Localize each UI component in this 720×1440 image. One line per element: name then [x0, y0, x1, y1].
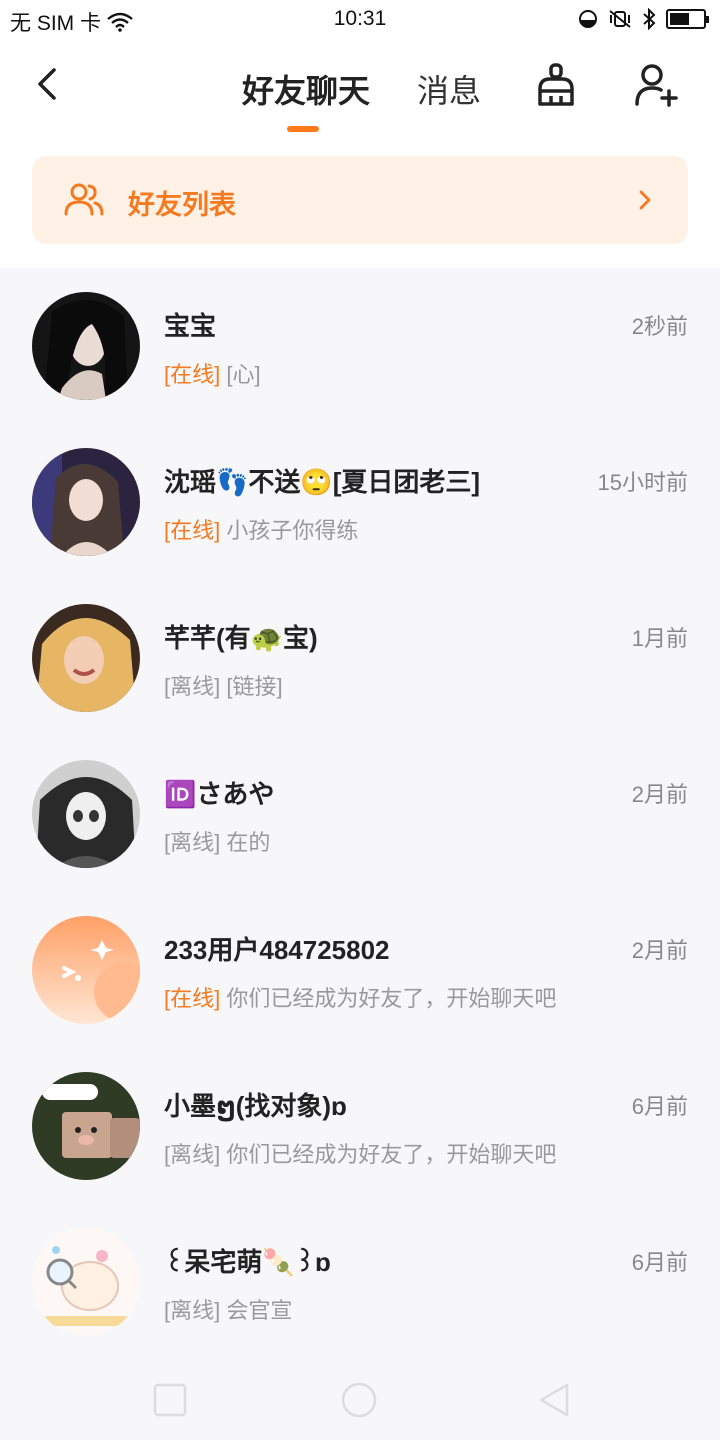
- contact-name: 小墨ໆ(找对象)ɒ: [164, 1091, 347, 1121]
- add-user-icon[interactable]: [634, 62, 678, 108]
- online-status: [在线]: [164, 362, 221, 387]
- message-preview-line: [离线] 你们已经成为好友了，开始聊天吧: [164, 1137, 556, 1169]
- battery-level: [670, 13, 689, 25]
- message-preview-line: [离线] [链接]: [164, 669, 283, 701]
- conversation-item[interactable]: 沈瑶👣不送🙄[夏日团老三] 15小时前 [在线] 小孩子你得练: [0, 424, 720, 580]
- message-preview-line: [离线] 会官宣: [164, 1293, 292, 1325]
- conversation-item[interactable]: 233用户484725802 2月前 [在线] 你们已经成为好友了，开始聊天吧: [0, 892, 720, 1048]
- offline-status: [离线]: [164, 830, 221, 855]
- header: 好友聊天 消息 好友列表: [0, 40, 720, 268]
- avatar: [32, 916, 140, 1024]
- last-message-time: 6月前: [631, 1250, 688, 1275]
- vibrate-mute-icon: [609, 10, 631, 28]
- bluetooth-icon: [643, 8, 656, 30]
- contact-name: 宝宝: [164, 311, 217, 341]
- offline-status: [离线]: [164, 1142, 221, 1167]
- contact-name: 沈瑶👣不送🙄[夏日团老三]: [164, 467, 481, 497]
- message-preview-line: [离线] 在的: [164, 825, 270, 857]
- message-preview: 小孩子你得练: [226, 518, 359, 543]
- tab-messages[interactable]: 消息: [417, 66, 481, 112]
- back-triangle-icon[interactable]: [536, 1382, 572, 1418]
- offline-status: [离线]: [164, 1298, 221, 1323]
- online-status: [在线]: [164, 986, 221, 1011]
- friends-list-card[interactable]: 好友列表: [32, 156, 688, 244]
- message-preview-line: [在线] [心]: [164, 357, 261, 389]
- message-preview: 你们已经成为好友了，开始聊天吧: [226, 986, 557, 1011]
- tab-friend-chat[interactable]: 好友聊天: [242, 66, 370, 112]
- status-bar: 无 SIM 卡 10:31: [0, 0, 720, 40]
- broom-icon[interactable]: [534, 62, 578, 108]
- back-icon[interactable]: [32, 64, 64, 104]
- home-circle-icon[interactable]: [341, 1382, 377, 1418]
- avatar: [32, 604, 140, 712]
- last-message-time: 6月前: [631, 1094, 688, 1119]
- avatar: [32, 1072, 140, 1180]
- avatar: [32, 292, 140, 400]
- contact-name: 芊芊(有🐢宝): [164, 623, 318, 653]
- avatar: [32, 1228, 140, 1336]
- avatar: [32, 448, 140, 556]
- avatar: [32, 760, 140, 868]
- data-saver-icon: [579, 10, 597, 28]
- conversation-item[interactable]: 🆔さあや 2月前 [离线] 在的: [0, 736, 720, 892]
- message-preview: [心]: [226, 362, 261, 387]
- message-preview-line: [在线] 小孩子你得练: [164, 513, 358, 545]
- message-preview: 你们已经成为好友了，开始聊天吧: [226, 1142, 557, 1167]
- recents-square-icon[interactable]: [152, 1382, 188, 1418]
- friends-list-label: 好友列表: [128, 190, 236, 220]
- last-message-time: 2月前: [631, 938, 688, 963]
- last-message-time: 1月前: [631, 626, 688, 651]
- message-preview: 在的: [226, 830, 271, 855]
- chevron-right-icon: [639, 190, 651, 210]
- battery-icon: [666, 9, 709, 29]
- last-message-time: 2月前: [631, 782, 688, 807]
- contact-name: ꒰呆宅萌🍡꒱ɒ: [164, 1247, 331, 1277]
- last-message-time: 2秒前: [631, 314, 688, 339]
- friends-icon: [64, 183, 104, 216]
- active-tab-indicator: [287, 126, 319, 132]
- message-preview: 会官宣: [226, 1298, 293, 1323]
- message-preview-line: [在线] 你们已经成为好友了，开始聊天吧: [164, 981, 556, 1013]
- message-preview: [链接]: [226, 674, 283, 699]
- offline-status: [离线]: [164, 674, 221, 699]
- status-right: [578, 8, 709, 30]
- last-message-time: 15小时前: [597, 470, 688, 495]
- conversation-item[interactable]: 宝宝 2秒前 [在线] [心]: [0, 268, 720, 424]
- system-nav-bar: [0, 1358, 720, 1440]
- conversation-item[interactable]: ꒰呆宅萌🍡꒱ɒ 6月前 [离线] 会官宣: [0, 1204, 720, 1360]
- online-status: [在线]: [164, 518, 221, 543]
- contact-name: 233用户484725802: [164, 935, 390, 965]
- conversation-item[interactable]: 芊芊(有🐢宝) 1月前 [离线] [链接]: [0, 580, 720, 736]
- conversation-item[interactable]: 小墨ໆ(找对象)ɒ 6月前 [离线] 你们已经成为好友了，开始聊天吧: [0, 1048, 720, 1204]
- contact-name: 🆔さあや: [164, 779, 275, 809]
